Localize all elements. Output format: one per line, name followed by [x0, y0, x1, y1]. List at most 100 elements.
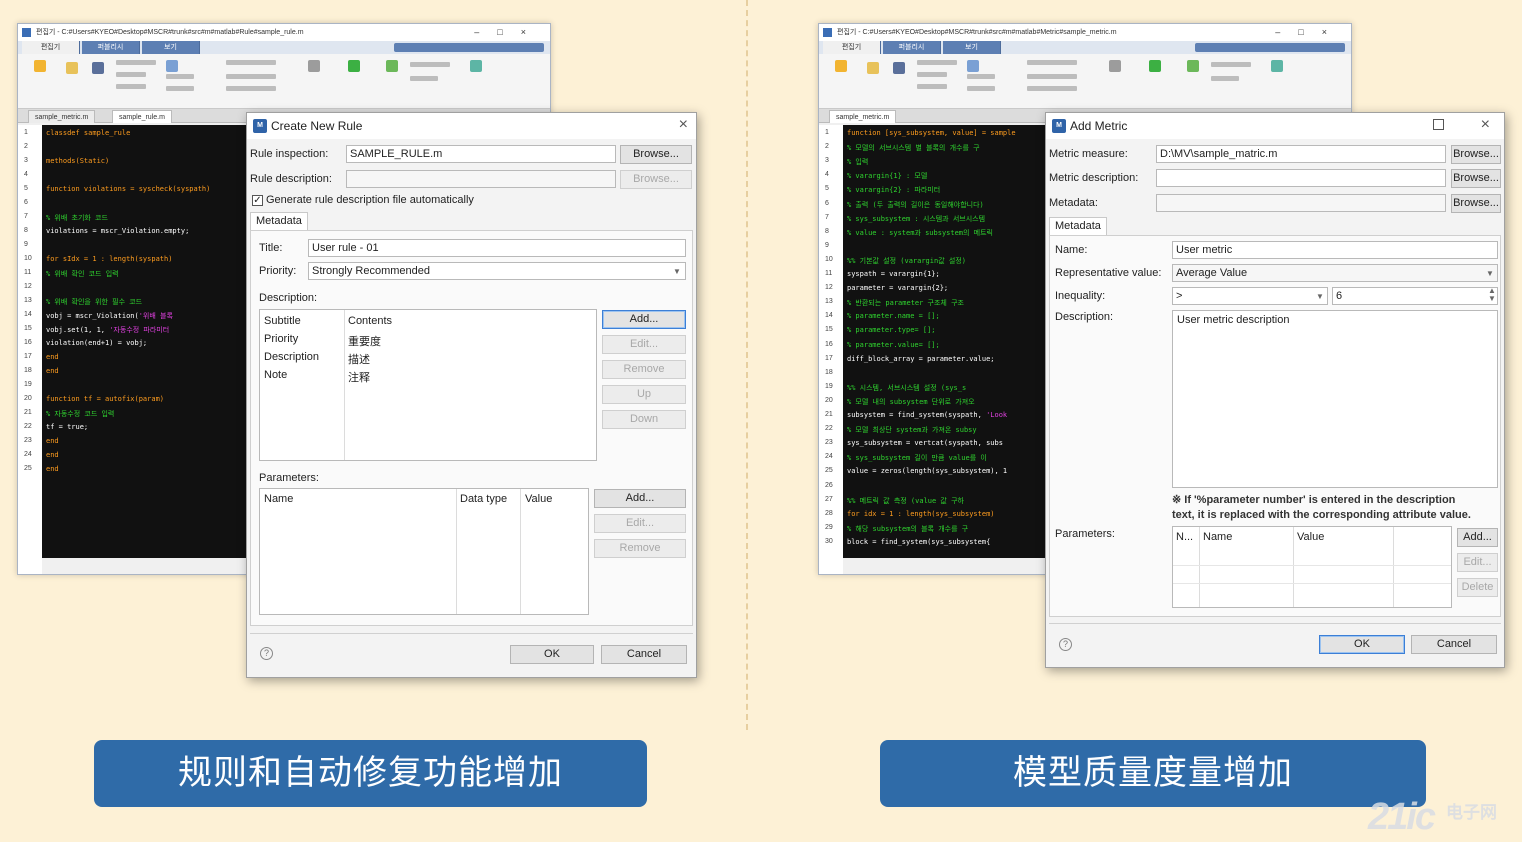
- new-icon[interactable]: [835, 60, 847, 72]
- metric-measure-browse-button[interactable]: Browse...: [1451, 145, 1501, 164]
- metric-description-field[interactable]: [1156, 169, 1446, 187]
- refactor-item[interactable]: [1027, 74, 1077, 79]
- ok-button[interactable]: OK: [1319, 635, 1405, 654]
- table-cell[interactable]: Description: [264, 351, 319, 363]
- code-line[interactable]: % varargin{2} : 파라미터: [847, 185, 940, 195]
- code-line[interactable]: % 출력 (두 출력의 길이은 동일해야합니다): [847, 200, 984, 210]
- representative-value-select[interactable]: Average Value: [1172, 264, 1498, 282]
- rule-description-field[interactable]: [346, 170, 616, 188]
- code-line[interactable]: % value : system과 subsystem의 메트릭: [847, 228, 993, 238]
- breakpoints-icon[interactable]: [1109, 60, 1121, 72]
- metadata-browse-button[interactable]: Browse...: [1451, 194, 1501, 213]
- rule-inspection-browse-button[interactable]: Browse...: [620, 145, 692, 164]
- code-line[interactable]: for sIdx = 1 : length(syspath): [46, 255, 172, 263]
- indent-item[interactable]: [226, 60, 276, 65]
- inequality-operator-select[interactable]: >: [1172, 287, 1328, 305]
- priority-select[interactable]: Strongly Recommended: [308, 262, 686, 280]
- code-line[interactable]: %% 시스템, 서브시스템 설정 (sys_s: [847, 383, 966, 393]
- code-line[interactable]: %% 기본값 설정 (varargin값 설정): [847, 256, 966, 266]
- find-files-item[interactable]: [116, 60, 156, 65]
- code-line[interactable]: function violations = syscheck(syspath): [46, 185, 210, 193]
- metadata-tab[interactable]: Metadata: [1049, 217, 1107, 235]
- code-line[interactable]: % parameter.value= [];: [847, 341, 940, 349]
- description-down-button[interactable]: Down: [602, 410, 686, 429]
- code-line[interactable]: % 모델 내의 subsystem 단위로 가져오: [847, 397, 975, 407]
- parameters-edit-button[interactable]: Edit...: [594, 514, 686, 533]
- ribbon-tab-view[interactable]: 보기: [142, 41, 200, 54]
- doc-tab-sample-metric[interactable]: sample_metric.m: [28, 110, 96, 123]
- metadata-tab[interactable]: Metadata: [250, 212, 308, 230]
- maximize-icon[interactable]: [1433, 119, 1444, 130]
- run-time-icon[interactable]: [1271, 60, 1283, 72]
- go-to-item[interactable]: [967, 86, 995, 91]
- close-icon[interactable]: ×: [1481, 115, 1490, 135]
- code-line[interactable]: % varargin{1} : 모델: [847, 171, 927, 181]
- parameters-delete-button[interactable]: Delete: [1457, 578, 1498, 597]
- window-controls[interactable]: –□×: [474, 24, 544, 41]
- breakpoint-item[interactable]: [226, 86, 276, 91]
- code-line[interactable]: violation(end+1) = vobj;: [46, 339, 147, 347]
- code-line[interactable]: % 모델의 서브시스템 별 블록의 개수를 구: [847, 143, 980, 153]
- code-line[interactable]: tf = true;: [46, 423, 88, 431]
- code-line[interactable]: for idx = 1 : length(sys_subsystem): [847, 510, 995, 518]
- code-line[interactable]: %% 메트릭 값 측정 (value 값 구하: [847, 496, 964, 506]
- description-remove-button[interactable]: Remove: [602, 360, 686, 379]
- table-cell[interactable]: 重要度: [348, 333, 381, 349]
- compare-item[interactable]: [917, 72, 947, 77]
- code-line[interactable]: end: [46, 437, 59, 445]
- ribbon-tab-publish[interactable]: 퍼블리시: [883, 41, 941, 54]
- run-advance-icon[interactable]: [1187, 60, 1199, 72]
- cancel-button[interactable]: Cancel: [1411, 635, 1497, 654]
- refactor-item[interactable]: [226, 74, 276, 79]
- table-cell[interactable]: Priority: [264, 333, 298, 345]
- code-line[interactable]: violations = mscr_Violation.empty;: [46, 227, 189, 235]
- code-line[interactable]: diff_block_array = parameter.value;: [847, 355, 995, 363]
- code-line[interactable]: end: [46, 367, 59, 375]
- window-controls[interactable]: –□×: [1275, 24, 1345, 41]
- code-line[interactable]: end: [46, 451, 59, 459]
- parameters-table[interactable]: N... Name Value: [1172, 526, 1452, 608]
- quick-access-toolbar[interactable]: [394, 43, 544, 52]
- metadata-field[interactable]: [1156, 194, 1446, 212]
- code-line[interactable]: block = find_system(sys_subsystem{: [847, 538, 990, 546]
- run-time-icon[interactable]: [470, 60, 482, 72]
- rule-description-browse-button[interactable]: Browse...: [620, 170, 692, 189]
- indent-item[interactable]: [1027, 60, 1077, 65]
- ribbon-tab-editor[interactable]: 편집기: [823, 41, 881, 54]
- code-line[interactable]: % 위배 확인을 위한 필수 코드: [46, 297, 142, 307]
- code-line[interactable]: % 반환되는 parameter 구조체 구조: [847, 298, 964, 308]
- description-edit-button[interactable]: Edit...: [602, 335, 686, 354]
- auto-generate-checkbox[interactable]: ✓: [252, 195, 263, 206]
- find-files-item[interactable]: [917, 60, 957, 65]
- cancel-button[interactable]: Cancel: [601, 645, 687, 664]
- code-line[interactable]: syspath = varargin{1};: [847, 270, 940, 278]
- save-icon[interactable]: [92, 62, 104, 74]
- parameters-table[interactable]: Name Data type Value: [259, 488, 589, 615]
- run-advance-icon[interactable]: [386, 60, 398, 72]
- code-line[interactable]: % parameter.name = [];: [847, 312, 940, 320]
- ribbon-tab-publish[interactable]: 퍼블리시: [82, 41, 140, 54]
- code-line[interactable]: % 위배 확인 코드 입력: [46, 269, 119, 279]
- print-item[interactable]: [917, 84, 947, 89]
- table-cell[interactable]: 注释: [348, 369, 370, 385]
- description-add-button[interactable]: Add...: [602, 310, 686, 329]
- go-to-item[interactable]: [166, 86, 194, 91]
- description-textarea[interactable]: User metric description: [1172, 310, 1498, 488]
- quick-access-toolbar[interactable]: [1195, 43, 1345, 52]
- title-field[interactable]: User rule - 01: [308, 239, 686, 257]
- open-icon[interactable]: [66, 62, 78, 74]
- doc-tab-sample-metric[interactable]: sample_metric.m: [829, 110, 897, 123]
- code-line[interactable]: vobj = mscr_Violation('위배 블록: [46, 311, 173, 321]
- code-line[interactable]: end: [46, 353, 59, 361]
- metric-measure-field[interactable]: D:\MV\sample_matric.m: [1156, 145, 1446, 163]
- code-line[interactable]: end: [46, 465, 59, 473]
- code-line[interactable]: % 입력: [847, 157, 868, 167]
- breakpoints-icon[interactable]: [308, 60, 320, 72]
- chevron-down-icon[interactable]: ▼: [673, 267, 681, 276]
- code-line[interactable]: % parameter.type= [];: [847, 326, 936, 334]
- ribbon-tab-editor[interactable]: 편집기: [22, 41, 80, 54]
- chevron-down-icon[interactable]: ▼: [1486, 269, 1494, 278]
- close-icon[interactable]: ×: [679, 115, 688, 135]
- save-icon[interactable]: [893, 62, 905, 74]
- run-section-item[interactable]: [410, 62, 450, 67]
